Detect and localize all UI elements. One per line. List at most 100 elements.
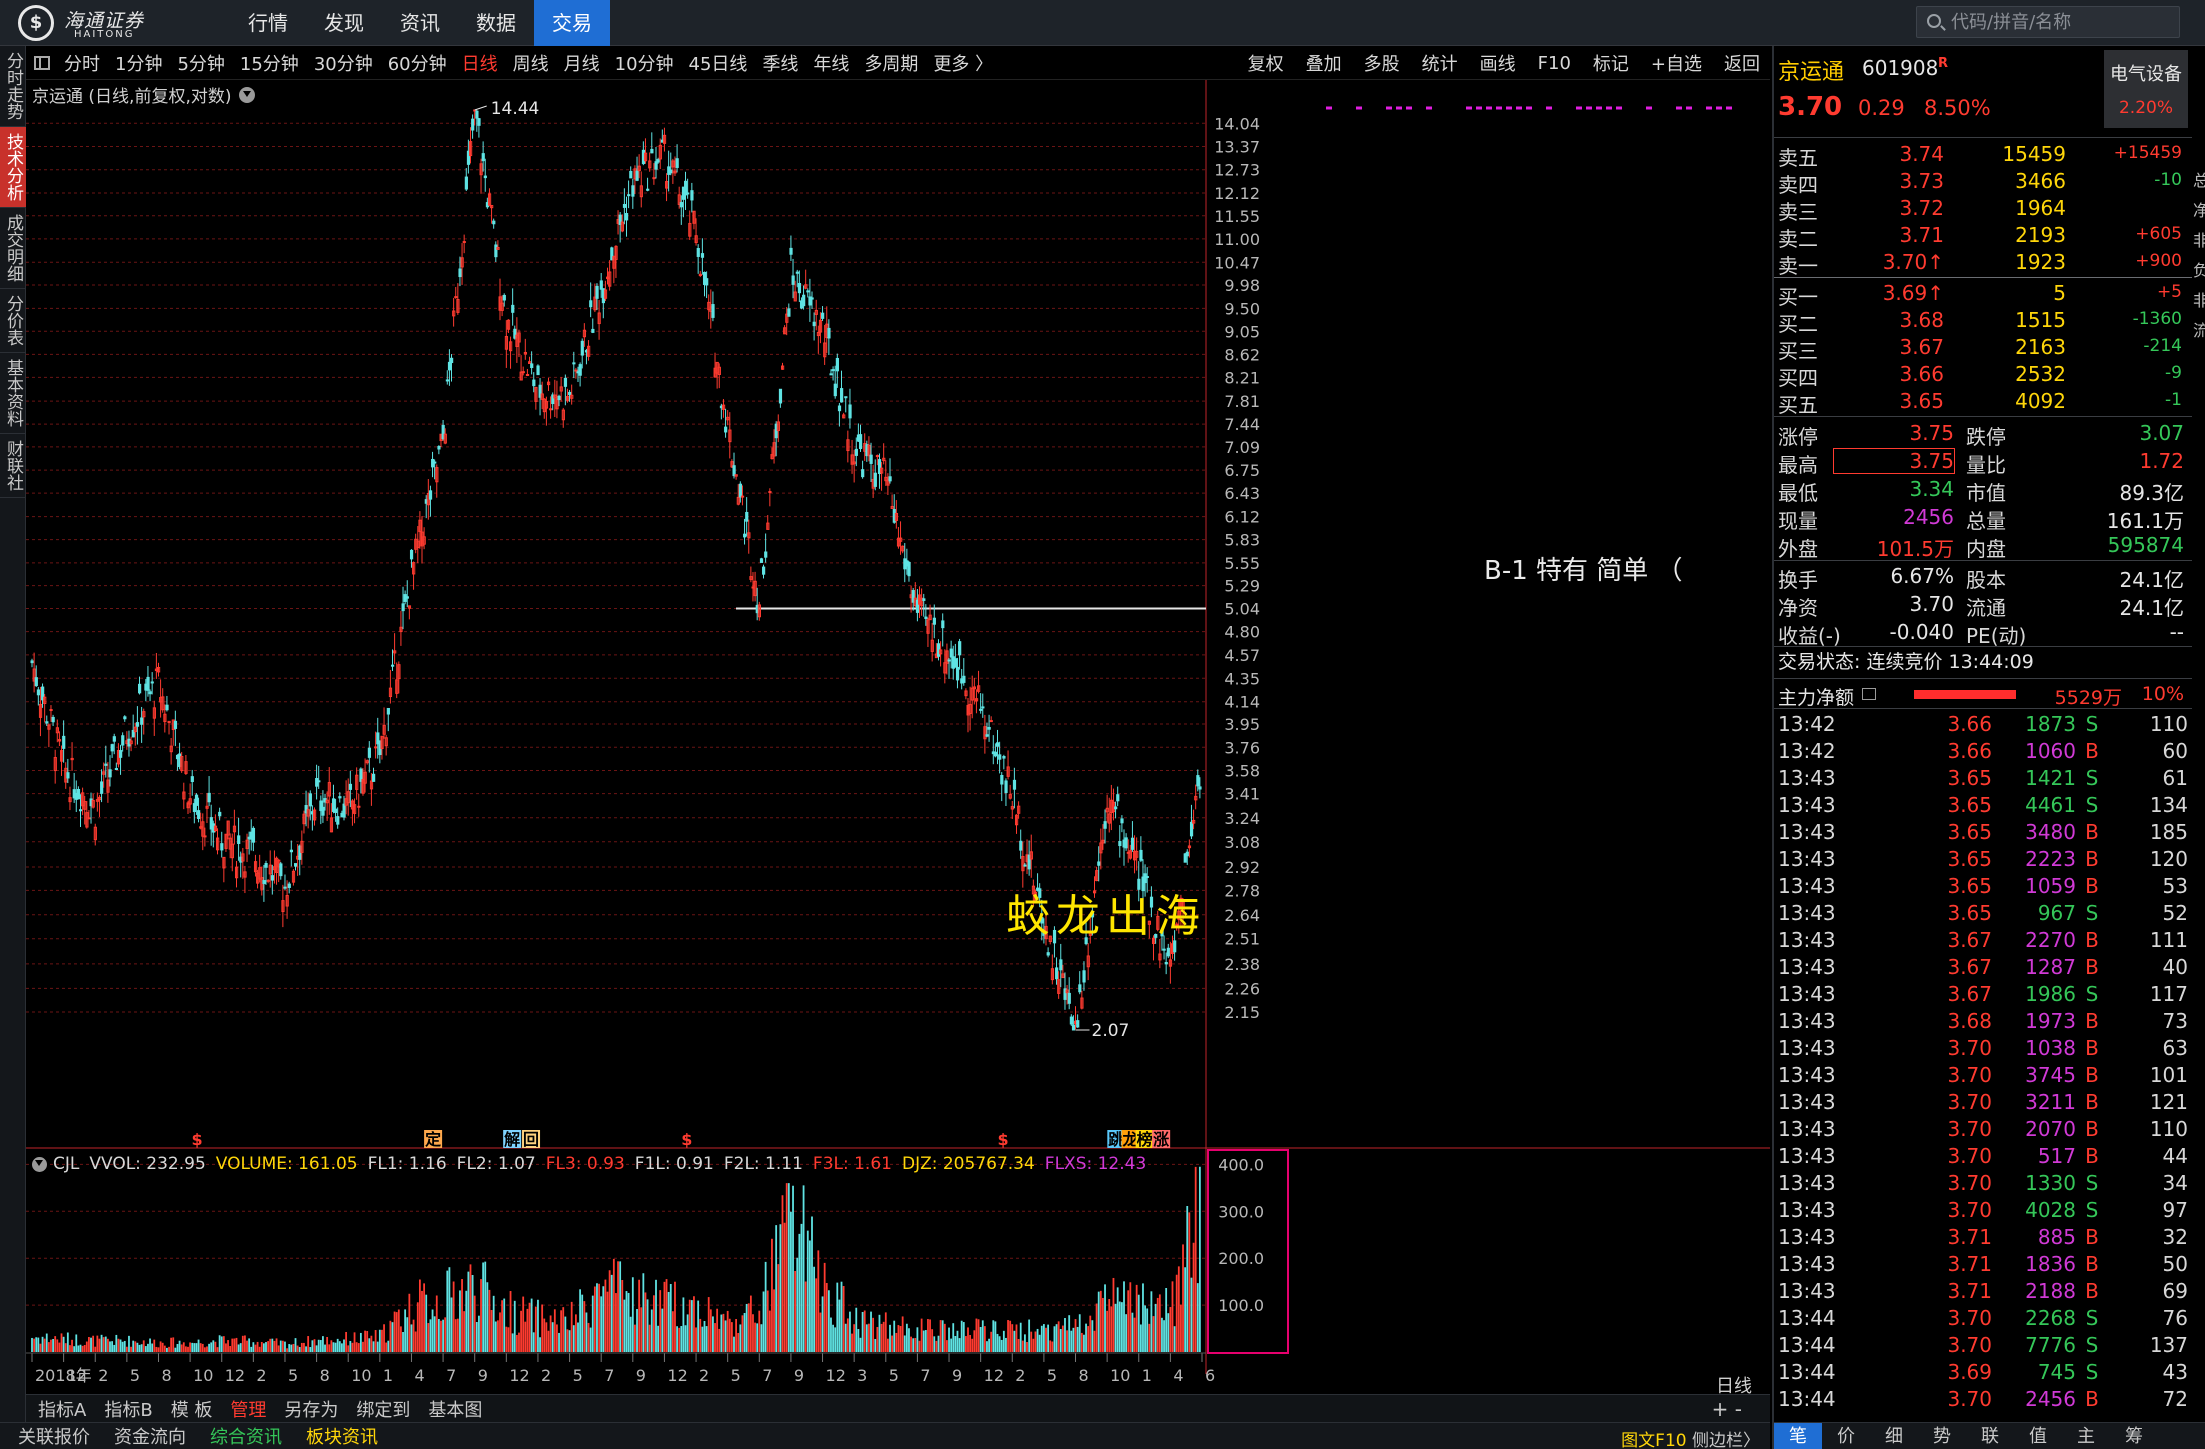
kline-chart-area[interactable]: 14.04 13.37 12.73 12.12 11.55 11.00 10.47 9.98 9… [26,80,1770,1397]
sector-box[interactable]: 电气设备 2.20% [2104,50,2188,128]
panel-tab-3[interactable]: 势 [1918,1423,1966,1449]
panel-tab-6[interactable]: 主 [2062,1423,2110,1449]
tick-row[interactable]: 13:43 3.65 967 S 52 [1774,899,2192,926]
chart-tool-3[interactable]: 统计 [1422,50,1458,76]
chart-tool-5[interactable]: F10 [1538,53,1571,74]
tick-row[interactable]: 13:43 3.70 4028 S 97 [1774,1196,2192,1223]
main-nav: 行情 发现 资讯 数据 交易 [230,0,610,46]
tick-row[interactable]: 13:43 3.67 2270 B 111 [1774,926,2192,953]
chart-tool-8[interactable]: 返回 [1724,50,1760,76]
nav-0[interactable]: 行情 [230,0,306,46]
document-icon[interactable] [1862,688,1876,700]
chart-tool-7[interactable]: +自选 [1651,50,1702,76]
period-11[interactable]: 季线 [762,50,798,76]
tick-row[interactable]: 13:43 3.71 885 B 32 [1774,1223,2192,1250]
left-tab-0[interactable]: 分时走势 [0,46,26,127]
period-3[interactable]: 15分钟 [240,50,299,76]
nav-3[interactable]: 数据 [458,0,534,46]
tick-row[interactable]: 13:43 3.67 1287 B 40 [1774,953,2192,980]
tick-row[interactable]: 13:44 3.70 7776 S 137 [1774,1331,2192,1358]
panel-tab-2[interactable]: 细 [1870,1423,1918,1449]
tick-row[interactable]: 13:43 3.65 4461 S 134 [1774,791,2192,818]
bottom-link-0[interactable]: 关联报价 [18,1423,90,1449]
indicator-tool-5[interactable]: 绑定到 [356,1396,410,1422]
period-12[interactable]: 年线 [813,50,849,76]
kline-chart-svg[interactable]: 14.04 13.37 12.73 12.12 11.55 11.00 10.47 9.98 9… [26,80,1770,1394]
left-tab-3[interactable]: 分价表 [0,289,26,353]
chevron-down-icon[interactable] [239,86,256,103]
panel-tab-1[interactable]: 价 [1822,1423,1870,1449]
left-tab-5[interactable]: 财联社 [0,434,26,498]
tick-row[interactable]: 13:44 3.70 2456 B 72 [1774,1385,2192,1412]
tick-row[interactable]: 13:44 3.69 745 S 43 [1774,1358,2192,1385]
tick-row[interactable]: 13:43 3.65 2223 B 120 [1774,845,2192,872]
period-5[interactable]: 60分钟 [388,50,447,76]
indicator-tool-2[interactable]: 模 板 [171,1396,213,1422]
chevron-down-icon[interactable] [32,1156,47,1172]
tick-list[interactable]: 13:42 3.66 1873 S 110 13:42 3.66 1060 B 60 13:43 3.… [1774,710,2192,1412]
tick-row[interactable]: 13:43 3.70 2070 B 110 [1774,1115,2192,1142]
tick-row[interactable]: 13:43 3.65 1421 S 61 [1774,764,2192,791]
left-tab-4[interactable]: 基本资料 [0,353,26,434]
panel-toggle-icon[interactable] [34,56,50,70]
tick-row[interactable]: 13:43 3.67 1986 S 117 [1774,980,2192,1007]
tick-row[interactable]: 13:43 3.71 2188 B 69 [1774,1277,2192,1304]
candle-body [119,750,123,758]
period-8[interactable]: 月线 [564,50,600,76]
panel-tab-5[interactable]: 值 [2014,1423,2062,1449]
indicator-tool-4[interactable]: 另存为 [284,1396,338,1422]
chart-tool-2[interactable]: 多股 [1364,50,1400,76]
period-14[interactable]: 更多 〉 [933,50,993,76]
period-6[interactable]: 日线 [462,50,498,76]
bottom-link-2[interactable]: 综合资讯 [210,1423,282,1449]
chart-tool-1[interactable]: 叠加 [1306,50,1342,76]
bottom-link-1[interactable]: 资金流向 [114,1423,186,1449]
indicator-tool-3[interactable]: 管理 [230,1396,266,1422]
tick-row[interactable]: 13:43 3.68 1973 B 73 [1774,1007,2192,1034]
tick-row[interactable]: 13:44 3.70 2268 S 76 [1774,1304,2192,1331]
level-change: +900 [2135,251,2182,271]
f10-link[interactable]: 图文F10 [1621,1431,1686,1449]
period-2[interactable]: 5分钟 [177,50,224,76]
nav-2[interactable]: 资讯 [382,0,458,46]
period-0[interactable]: 分时 [64,50,100,76]
tick-row[interactable]: 13:42 3.66 1873 S 110 [1774,710,2192,737]
indicator-tool-0[interactable]: 指标A [38,1396,86,1422]
zoom-controls[interactable]: + - [1712,1397,1742,1421]
tick-row[interactable]: 13:43 3.70 1038 B 63 [1774,1034,2192,1061]
tick-row[interactable]: 13:43 3.71 1836 B 50 [1774,1250,2192,1277]
period-9[interactable]: 10分钟 [615,50,674,76]
tick-row[interactable]: 13:43 3.70 1330 S 34 [1774,1169,2192,1196]
tick-row[interactable]: 13:43 3.70 517 B 44 [1774,1142,2192,1169]
tick-row[interactable]: 13:43 3.65 1059 B 53 [1774,872,2192,899]
chart-tool-0[interactable]: 复权 [1248,50,1284,76]
panel-tab-0[interactable]: 笔 [1774,1423,1822,1449]
nav-1[interactable]: 发现 [306,0,382,46]
nav-4[interactable]: 交易 [534,0,610,46]
tick-row[interactable]: 13:43 3.70 3745 B 101 [1774,1061,2192,1088]
volume-legend-item: DJZ: 205767.34 [901,1154,1035,1174]
period-7[interactable]: 周线 [513,50,549,76]
stock-name[interactable]: 京运通 [1778,54,1844,86]
indicator-tool-6[interactable]: 基本图 [428,1396,482,1422]
period-13[interactable]: 多周期 [864,50,918,76]
indicator-tool-1[interactable]: 指标B [104,1396,152,1422]
sidebar-toggle[interactable]: 侧边栏〉 [1692,1431,1760,1449]
left-tab-1[interactable]: 技术分析 [0,127,26,208]
brand-logo[interactable]: $ 海通证券 HAITONG [18,5,168,41]
left-tab-2[interactable]: 成交明细 [0,208,26,289]
chart-tool-4[interactable]: 画线 [1480,50,1516,76]
panel-tab-4[interactable]: 联 [1966,1423,2014,1449]
tick-row[interactable]: 13:43 3.65 3480 B 185 [1774,818,2192,845]
stock-search-input[interactable] [1951,10,2171,34]
chart-title[interactable]: 京运通 (日线,前复权,对数) [32,82,256,107]
panel-tab-7[interactable]: 筹 [2110,1423,2158,1449]
tick-row[interactable]: 13:42 3.66 1060 B 60 [1774,737,2192,764]
tick-row[interactable]: 13:43 3.70 3211 B 121 [1774,1088,2192,1115]
period-10[interactable]: 45日线 [689,50,748,76]
chart-tool-6[interactable]: 标记 [1593,50,1629,76]
tick-time: 13:43 [1778,766,1836,790]
period-4[interactable]: 30分钟 [314,50,373,76]
bottom-link-3[interactable]: 板块资讯 [306,1423,378,1449]
period-1[interactable]: 1分钟 [115,50,162,76]
